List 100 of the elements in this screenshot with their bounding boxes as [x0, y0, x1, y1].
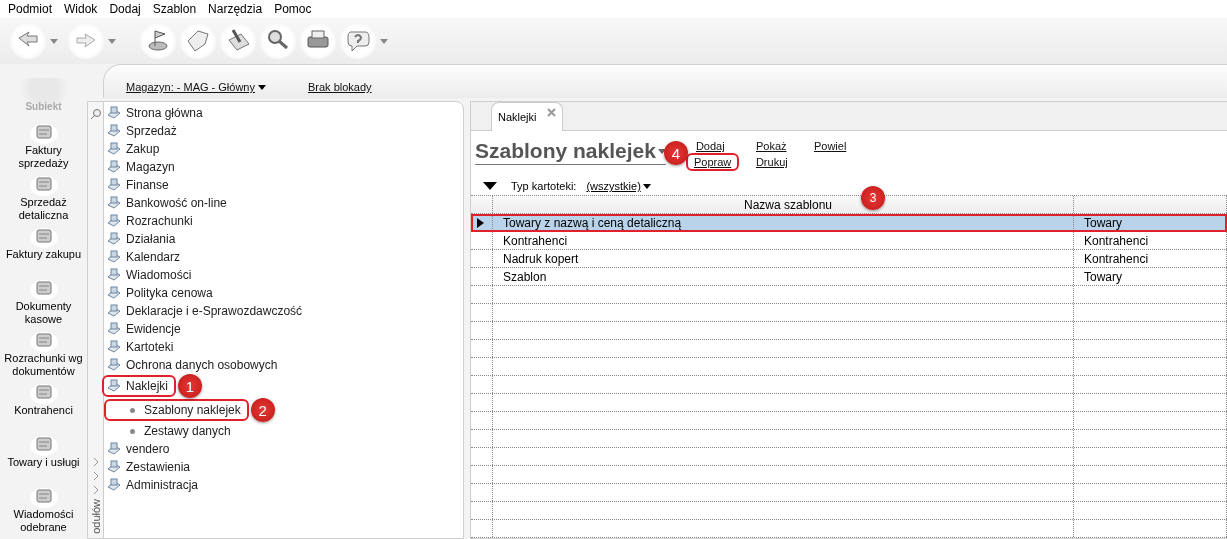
tree-item[interactable]: Zestawienia: [104, 458, 197, 476]
menu-item[interactable]: Szablon: [146, 2, 203, 16]
chevron-icon[interactable]: [91, 485, 100, 496]
table-cell: Nadruk kopert: [493, 250, 1074, 267]
table-cell: Kontrahenci: [493, 232, 1074, 249]
action-link[interactable]: Dodaj: [693, 140, 727, 152]
tag-icon[interactable]: [180, 23, 216, 59]
close-icon[interactable]: [546, 107, 556, 117]
module-icon: [106, 178, 122, 192]
step-badge: 2: [250, 398, 275, 422]
chevron-icon[interactable]: [91, 457, 100, 468]
lock-status-link[interactable]: Brak blokady: [308, 81, 372, 93]
tree-item[interactable]: Zakup: [104, 140, 166, 158]
table-row[interactable]: Szablon Towary: [471, 268, 1227, 286]
table-row[interactable]: Towary z nazwą i ceną detaliczną Towary: [471, 214, 1227, 232]
module-icon: [106, 358, 122, 372]
tree-item[interactable]: Kalendarz: [104, 248, 187, 266]
tree-item[interactable]: Zestawy danych: [106, 422, 237, 440]
filter-dropdown[interactable]: (wszystkie): [586, 180, 651, 193]
flag-icon[interactable]: [140, 23, 176, 59]
action-link[interactable]: Drukuj: [753, 156, 790, 168]
module-icon: [106, 340, 122, 354]
bullet-icon: [130, 407, 135, 413]
menu-item[interactable]: Widok: [58, 2, 104, 16]
module-icon: [106, 460, 122, 474]
tree-item[interactable]: Działania: [104, 230, 182, 248]
tab[interactable]: Naklejki: [491, 102, 563, 131]
module-icon: [106, 304, 122, 318]
module-icon: [106, 142, 122, 156]
tree-item[interactable]: Bankowość on-line: [104, 194, 233, 212]
menu-item[interactable]: Narzędzia: [202, 2, 269, 16]
module-icon: [106, 214, 122, 228]
module-icon: [106, 379, 122, 393]
collapse-icon[interactable]: [483, 182, 497, 191]
action-link[interactable]: Pokaż: [753, 140, 789, 152]
module-icon: [106, 322, 122, 336]
menu-item[interactable]: Pomoc: [268, 2, 318, 16]
table-cell: Towary: [1074, 268, 1227, 285]
tree-item[interactable]: Sprzedaż: [104, 122, 183, 140]
table-row[interactable]: Nadruk kopert Kontrahenci: [471, 250, 1227, 268]
action-link[interactable]: Popraw: [687, 155, 738, 169]
dropdown-caret-icon[interactable]: [108, 38, 116, 44]
module-icon: [106, 124, 122, 138]
module-icon: [106, 160, 122, 174]
warehouse-dropdown[interactable]: Magazyn: - MAG - Główny: [126, 81, 266, 93]
tree-item[interactable]: Rozrachunki: [104, 212, 199, 230]
module-icon: [106, 196, 122, 210]
printer-icon[interactable]: [300, 23, 336, 59]
table-row[interactable]: Kontrahenci Kontrahenci: [471, 232, 1227, 250]
module-icon: [106, 232, 122, 246]
action-link[interactable]: Powiel: [811, 140, 849, 152]
tree-item[interactable]: Deklaracje i e-Sprawozdawczość: [104, 302, 309, 320]
tree-item[interactable]: Finanse: [104, 176, 175, 194]
tree-item[interactable]: Strona główna: [104, 104, 209, 122]
brush-icon[interactable]: [220, 23, 256, 59]
module-button[interactable]: Rozrachunki wg dokumentów: [0, 328, 87, 380]
tree-item[interactable]: Szablony naklejek: [106, 401, 247, 419]
table-cell: Towary z nazwą i ceną detaliczną: [493, 214, 1074, 231]
caret-icon[interactable]: [657, 148, 666, 154]
tree-item[interactable]: Magazyn: [104, 158, 181, 176]
module-button[interactable]: Sprzedaż detaliczna: [0, 172, 87, 224]
table-cell: Kontrahenci: [1074, 232, 1227, 249]
menu-item[interactable]: Dodaj: [103, 2, 147, 16]
module-button[interactable]: Wiadomości odebrane: [0, 484, 87, 536]
caret-icon[interactable]: [258, 84, 266, 90]
tree-item[interactable]: Kartoteki: [104, 338, 180, 356]
module-icon: [106, 478, 122, 492]
menu-item[interactable]: Podmiot: [2, 2, 59, 16]
step-badge: 4: [663, 141, 688, 165]
module-button[interactable]: Dokumenty kasowe: [0, 276, 87, 328]
module-button[interactable]: Faktury sprzedaży: [0, 120, 87, 172]
chevron-icon[interactable]: [91, 471, 100, 482]
module-button[interactable]: Faktury zakupu: [0, 224, 87, 276]
tree-item[interactable]: vendero: [104, 440, 176, 458]
help-icon[interactable]: [340, 23, 376, 59]
filter-label: Typ kartoteki:: [511, 180, 577, 193]
tree-item[interactable]: Administracja: [104, 476, 205, 494]
dropdown-caret-icon[interactable]: [380, 38, 388, 44]
module-icon: [106, 106, 122, 120]
row-pointer-icon: [477, 217, 484, 228]
tree-item[interactable]: Ochrona danych osobowych: [104, 356, 284, 374]
table-cell: Szablon: [493, 268, 1074, 285]
magnifier-icon[interactable]: [260, 23, 296, 59]
modules-label: odułów: [88, 499, 103, 534]
view-title[interactable]: Szablony naklejek: [475, 139, 666, 165]
module-button[interactable]: Kontrahenci: [0, 380, 87, 432]
caret-icon[interactable]: [642, 183, 651, 189]
table-cell: Towary: [1074, 214, 1227, 231]
module-button[interactable]: Towary i usługi: [0, 432, 87, 484]
step-badge: 1: [178, 374, 202, 398]
tree-item[interactable]: Ewidencje: [104, 320, 187, 338]
bullet-icon: [130, 428, 135, 434]
module-icon: [106, 250, 122, 264]
module-icon: [106, 268, 122, 282]
tree-item[interactable]: Wiadomości: [104, 266, 198, 284]
table-cell: Kontrahenci: [1074, 250, 1227, 267]
tree-item[interactable]: Polityka cenowa: [104, 284, 219, 302]
dropdown-caret-icon[interactable]: [50, 38, 58, 44]
module-icon: [106, 286, 122, 300]
tree-item[interactable]: Naklejki: [104, 377, 174, 395]
